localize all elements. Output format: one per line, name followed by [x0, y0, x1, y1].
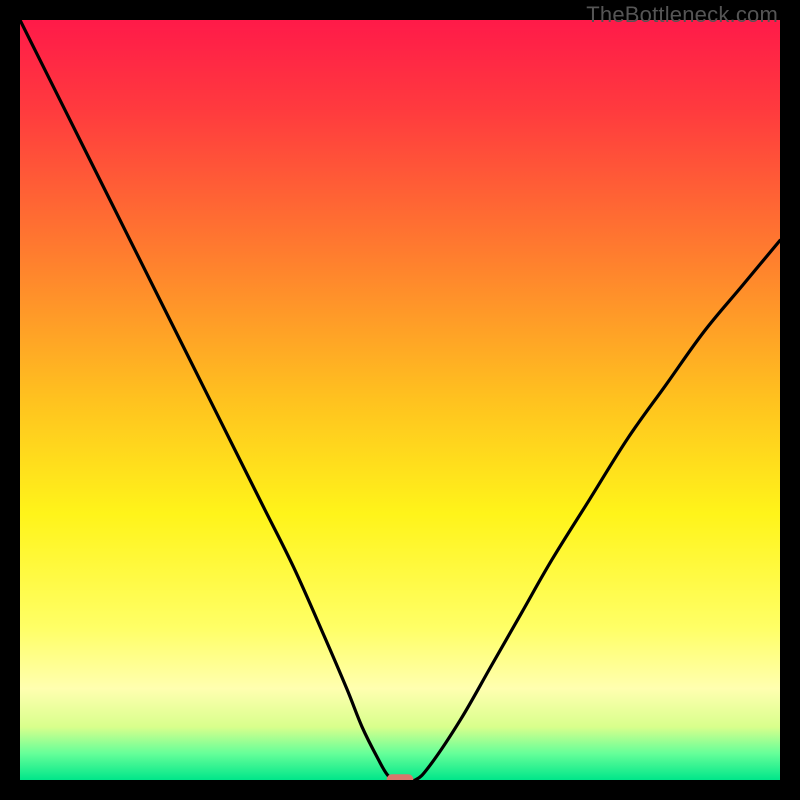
watermark-text: TheBottleneck.com	[586, 2, 778, 28]
gradient-background	[20, 20, 780, 780]
chart-container	[20, 20, 780, 780]
optimal-marker	[387, 774, 414, 780]
bottleneck-chart	[20, 20, 780, 780]
